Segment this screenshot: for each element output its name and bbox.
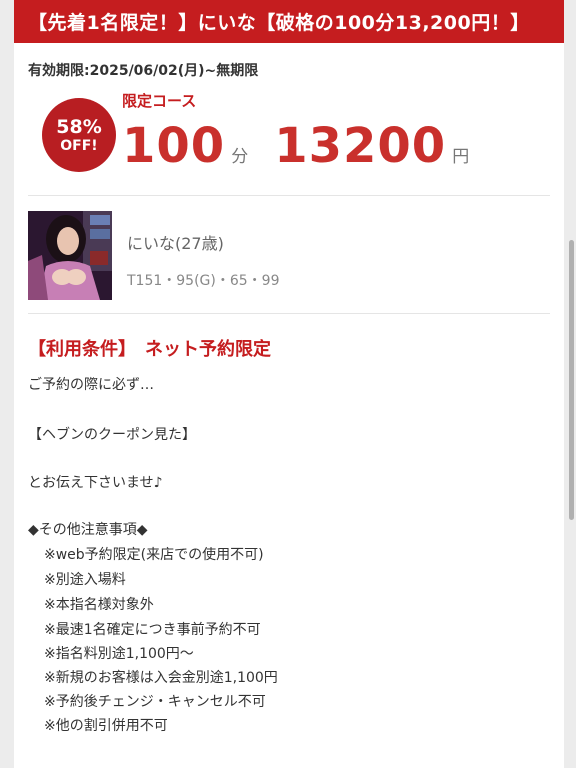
note-item: ※別途入場料 [44, 572, 126, 588]
note-item: ※本指名様対象外 [44, 597, 154, 613]
discount-badge: 58% OFF! [42, 98, 116, 172]
course-label: 限定コース [122, 92, 197, 110]
notes-header: ◆その他注意事項◆ [28, 522, 148, 538]
scrollbar[interactable] [569, 240, 574, 520]
girl-stats: T151・95(G)・65・99 [127, 273, 280, 289]
condition-line: 【ヘブンのクーポン見た】 [28, 427, 196, 443]
note-item: ※指名料別途1,100円〜 [44, 646, 194, 662]
validity-period: 有効期限:2025/06/02(月)~無期限 [28, 63, 259, 79]
price-unit: 円 [452, 147, 470, 167]
girl-photo-image [28, 211, 112, 300]
discount-percent: 58% [56, 116, 102, 138]
girl-photo[interactable] [28, 211, 112, 300]
discount-off-label: OFF! [60, 138, 98, 154]
price-row: 100 分 13200 円 [122, 118, 469, 174]
coupon-title-bar: 【先着1名限定！】にいな【破格の100分13,200円！】 [14, 0, 564, 43]
note-item: ※web予約限定(来店での使用不可) [44, 547, 264, 563]
note-item: ※他の割引併用不可 [44, 718, 168, 734]
coupon-title: 【先着1名限定！】にいな【破格の100分13,200円！】 [28, 12, 530, 34]
coupon-card: 【先着1名限定！】にいな【破格の100分13,200円！】 有効期限:2025/… [14, 0, 564, 768]
divider [28, 313, 550, 314]
note-item: ※予約後チェンジ・キャンセル不可 [44, 694, 266, 710]
condition-line: とお伝え下さいませ♪ [28, 475, 163, 491]
course-price: 13200 [274, 118, 447, 174]
course-minutes: 100 [122, 118, 226, 174]
divider [28, 195, 550, 196]
girl-name[interactable]: にいな(27歳) [127, 230, 224, 254]
note-item: ※最速1名確定につき事前予約不可 [44, 622, 261, 638]
note-item: ※新規のお客様は入会金別途1,100円 [44, 670, 278, 686]
condition-line: ご予約の際に必ず… [28, 377, 154, 393]
minutes-unit: 分 [231, 147, 249, 167]
conditions-title: 【利用条件】 ネット予約限定 [28, 339, 271, 360]
